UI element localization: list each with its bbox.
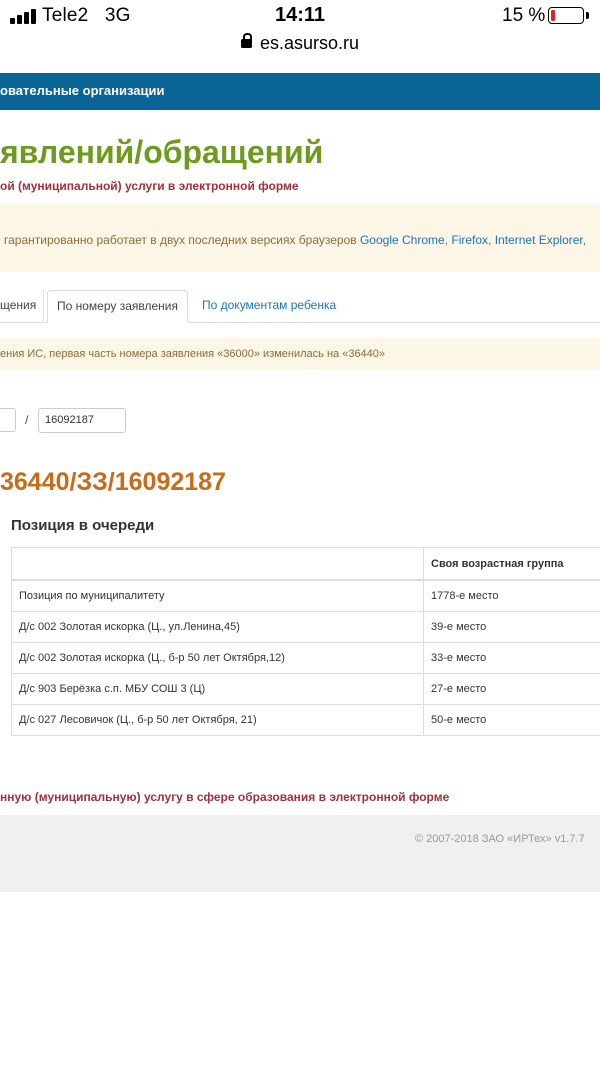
tab-by-appeal[interactable]: щения [0,290,44,321]
row-label: Д/с 002 Золотая искорка (Ц., б-р 50 лет … [11,642,424,674]
browser-support-text: гарантированно работает в двух последних… [4,233,587,247]
queue-position-heading: Позиция в очереди [11,517,155,534]
row-position: 33-е место [423,642,600,674]
search-tabs: щения По номеру заявления По документам … [0,290,600,323]
number-change-alert: ения ИС, первая часть номера заявления «… [0,338,600,370]
row-position: 27-е место [423,673,600,705]
table-row: Д/с 027 Лесовичок (Ц., б-р 50 лет Октябр… [11,704,600,736]
prefix-input[interactable] [0,408,16,432]
column-header-age-group: Своя возрастная группа [423,547,600,581]
table-row: Д/с 002 Золотая искорка (Ц., б-р 50 лет … [11,642,600,674]
link-firefox[interactable]: Firefox [451,233,488,247]
tab-by-application-number[interactable]: По номеру заявления [47,290,188,323]
row-position: 39-е место [423,611,600,643]
table-row: Д/с 903 Берёзка с.п. МБУ СОШ 3 (Ц) 27-е … [11,673,600,705]
table-row: Позиция по муниципалитету 1778-е место [11,579,600,612]
top-navbar: овательные организации [0,73,600,110]
battery-tip [586,12,589,19]
application-number-heading: 36440/ЗЗ/16092187 [0,468,226,496]
table-header-row: Своя возрастная группа [11,547,600,581]
nav-link-educational-organizations[interactable]: овательные организации [0,83,165,98]
row-label: Д/с 027 Лесовичок (Ц., б-р 50 лет Октябр… [11,704,424,736]
table-row: Д/с 002 Золотая искорка (Ц., ул.Ленина,4… [11,611,600,643]
application-number-input[interactable]: 16092187 [38,408,126,433]
page-subtitle: ой (муниципальной) услуги в электронной … [0,179,299,193]
number-change-text: ения ИС, первая часть номера заявления «… [0,348,386,360]
footer-service-link[interactable]: нную (муниципальную) услугу в сфере обра… [0,790,449,804]
battery-percent: 15 % [502,5,546,26]
row-position: 50-е место [423,704,600,736]
browser-support-alert: гарантированно работает в двух последних… [0,204,600,272]
copyright-text: © 2007-2018 ЗАО «ИРТех» v1.7.7 [415,833,585,845]
address-bar[interactable]: es.asurso.ru [0,33,600,54]
row-position: 1778-е место [423,579,600,612]
battery-level [551,10,555,21]
row-label: Д/с 002 Золотая искорка (Ц., ул.Ленина,4… [11,611,424,643]
lock-icon [240,33,252,50]
tab-by-child-documents[interactable]: По документам ребенка [202,290,336,321]
link-internet-explorer[interactable]: Internet Explorer [495,233,583,247]
link-google-chrome[interactable]: Google Chrome [360,233,445,247]
queue-position-table: Своя возрастная группа Позиция по муници… [11,547,600,736]
status-bar: Tele2 3G 14:11 15 % es.asurso.ru [0,0,600,66]
page-title: явлений/обращений [0,134,324,170]
number-separator: / [25,413,29,427]
page-footer: © 2007-2018 ЗАО «ИРТех» v1.7.7 [0,815,600,892]
row-label: Д/с 903 Берёзка с.п. МБУ СОШ 3 (Ц) [11,673,424,705]
url-text: es.asurso.ru [259,33,360,53]
column-header-name [11,547,424,581]
row-label: Позиция по муниципалитету [11,579,424,612]
battery-icon [548,7,584,24]
